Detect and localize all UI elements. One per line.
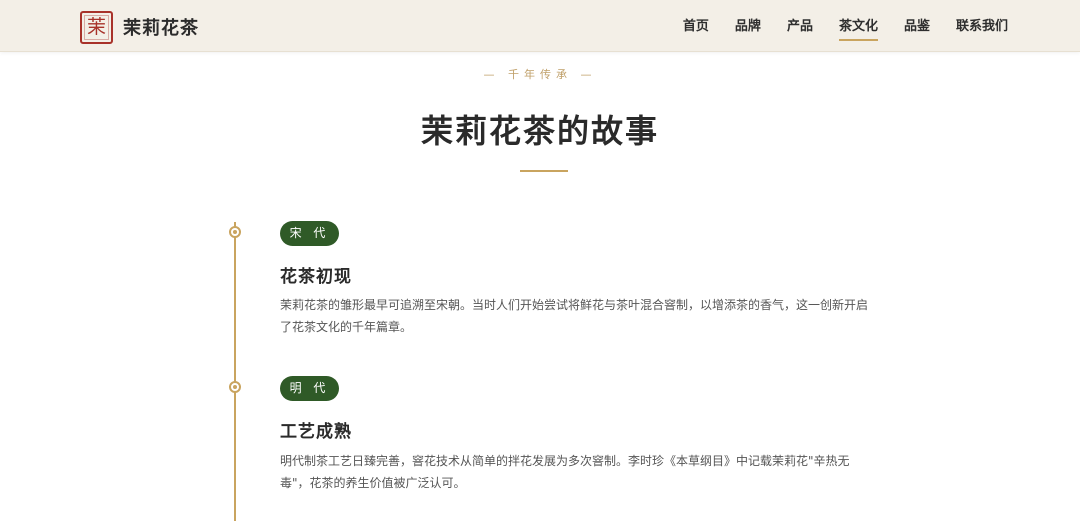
timeline-dot-icon [229,226,241,238]
timeline-entry-description: 茉莉花茶的雏形最早可追溯至宋朝。当时人们开始尝试将鲜花与茶叶混合窨制，以增添茶的… [280,298,869,334]
nav-item-tea-culture[interactable]: 茶文化 [838,0,878,52]
logo[interactable]: 茉 茉莉花茶 [80,10,199,44]
nav-item-products[interactable]: 产品 [787,0,813,52]
era-badge: 明 代 [280,376,339,401]
section-title: 茉莉花茶的故事 [420,112,659,150]
main-nav: 首页 品牌 产品 茶文化 品鉴 联系我们 [657,0,1008,52]
nav-item-tasting[interactable]: 品鉴 [904,0,930,52]
timeline-entry-title: 花茶初现 [280,267,352,287]
logo-name: 茉莉花茶 [123,18,199,39]
nav-item-contact[interactable]: 联系我们 [956,0,1008,52]
era-badge: 宋 代 [280,221,339,246]
timeline-entry-title: 工艺成熟 [280,422,352,442]
timeline-dot-icon [229,381,241,393]
nav-item-brand[interactable]: 品牌 [735,0,761,52]
nav-item-home[interactable]: 首页 [683,0,709,52]
logo-seal-icon: 茉 [80,10,113,44]
section-kicker: — 千年传承 — [483,68,597,81]
site-header: 茉 茉莉花茶 首页 品牌 产品 茶文化 品鉴 联系我们 [0,0,1080,52]
timeline-line [234,222,236,521]
timeline-entry-description: 明代制茶工艺日臻完善，窨花技术从简单的拌花发展为多次窨制。李时珍《本草纲目》中记… [280,454,850,490]
title-divider [520,170,568,172]
